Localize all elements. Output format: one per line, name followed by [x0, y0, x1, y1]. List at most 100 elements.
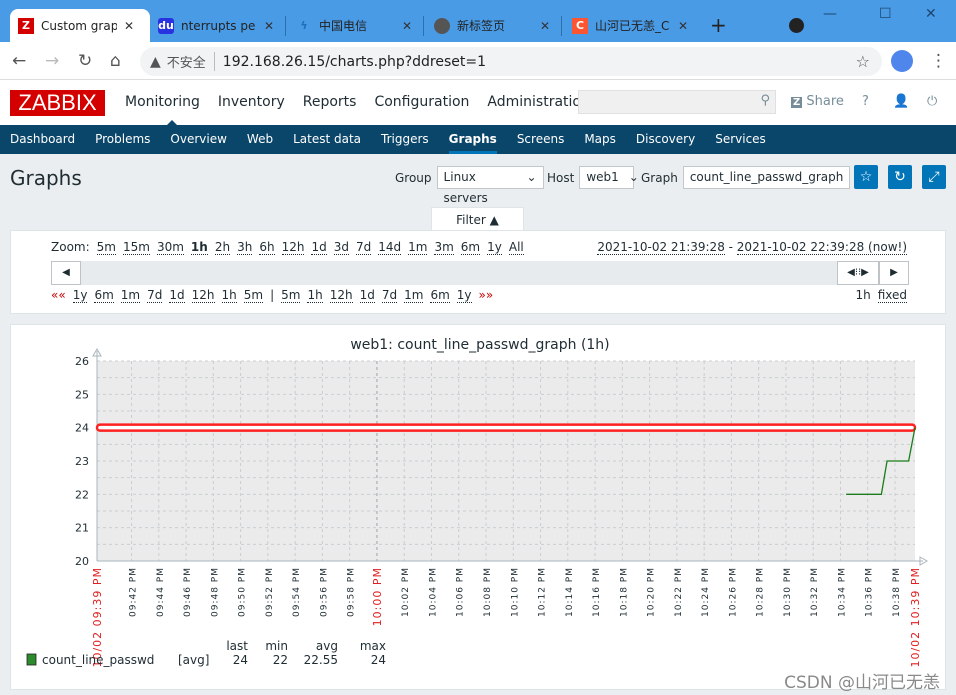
- browser-tab[interactable]: C 山河已无恙_C ✕: [564, 9, 699, 42]
- submenu-services[interactable]: Services: [715, 125, 766, 154]
- zoom-option[interactable]: 2h: [214, 240, 231, 255]
- close-icon[interactable]: ✕: [402, 19, 412, 33]
- x-tick-label: 10:10 PM: [510, 567, 520, 617]
- zoom-option[interactable]: 15m: [122, 240, 150, 255]
- submenu-problems[interactable]: Problems: [95, 125, 150, 154]
- forward-option[interactable]: 1y: [456, 288, 472, 303]
- submenu-screens[interactable]: Screens: [517, 125, 565, 154]
- fixed-toggle[interactable]: fixed: [877, 288, 907, 303]
- zabbix-logo[interactable]: ZABBIX: [10, 90, 105, 116]
- zoom-option[interactable]: 1y: [487, 240, 502, 255]
- zoom-option[interactable]: 5m: [96, 240, 116, 255]
- submenu-maps[interactable]: Maps: [584, 125, 616, 154]
- x-tick-label: 09:44 PM: [156, 567, 166, 617]
- close-icon[interactable]: ✕: [678, 19, 688, 33]
- zoom-option[interactable]: 7d: [355, 240, 372, 255]
- home-icon[interactable]: ⌂: [110, 51, 121, 71]
- submenu-latest-data[interactable]: Latest data: [293, 125, 361, 154]
- browser-tab[interactable]: du nterrupts pe ✕: [150, 9, 285, 42]
- back-option[interactable]: 1d: [169, 288, 185, 303]
- graph-select[interactable]: count_line_passwd_graph⌄: [682, 166, 863, 189]
- zoom-option[interactable]: 12h: [281, 240, 305, 255]
- submenu-dashboard[interactable]: Dashboard: [10, 125, 75, 154]
- forward-option[interactable]: 7d: [381, 288, 398, 303]
- back-option[interactable]: 1h: [221, 288, 237, 303]
- forward-option[interactable]: 1m: [404, 288, 424, 303]
- graph-chart[interactable]: web1: count_line_passwd_graph (1h) 20 21 2…: [11, 325, 947, 691]
- maximize-button[interactable]: ☐: [879, 6, 892, 22]
- y-tick-label: 23: [75, 455, 89, 468]
- url-bar[interactable]: ▲ 不安全 192.168.26.15/charts.php?ddreset=1…: [140, 47, 882, 76]
- menu-configuration[interactable]: Configuration: [374, 94, 469, 110]
- scroll-left-button[interactable]: ◀: [51, 261, 81, 285]
- submenu-discovery[interactable]: Discovery: [636, 125, 695, 154]
- refresh-button[interactable]: ↻: [888, 165, 912, 189]
- user-profile-icon[interactable]: 👤: [893, 94, 909, 109]
- zoom-option[interactable]: 1m: [408, 240, 428, 255]
- zoom-option[interactable]: 3m: [434, 240, 454, 255]
- menu-monitoring[interactable]: Monitoring: [125, 94, 200, 127]
- legend-func: [avg]: [178, 653, 209, 667]
- x-tick-label: 10:22 PM: [674, 567, 684, 617]
- back-option[interactable]: 1y: [72, 288, 88, 303]
- logout-icon[interactable]: ⏻: [927, 94, 937, 109]
- y-tick-label: 26: [75, 355, 89, 368]
- submenu-triggers[interactable]: Triggers: [381, 125, 429, 154]
- back-option[interactable]: 1m: [120, 288, 141, 303]
- tab-search-icon[interactable]: [789, 18, 804, 33]
- zoom-option[interactable]: 1d: [311, 240, 327, 255]
- forward-option[interactable]: 5m: [281, 288, 301, 303]
- submenu-graphs[interactable]: Graphs: [448, 125, 497, 154]
- group-select[interactable]: Linux servers ⌄: [436, 166, 544, 205]
- menu-dots-icon[interactable]: ⋮: [930, 51, 947, 71]
- search-input[interactable]: ⚲: [578, 90, 776, 114]
- zoom-option[interactable]: 3h: [237, 240, 253, 255]
- bookmark-star-icon[interactable]: ☆: [856, 52, 870, 71]
- filter-tab[interactable]: Filter ▲: [431, 207, 524, 231]
- back-icon[interactable]: ←: [12, 51, 26, 71]
- csdn-icon: C: [572, 17, 588, 34]
- help-icon[interactable]: ?: [862, 94, 869, 109]
- forward-option[interactable]: 6m: [430, 288, 450, 303]
- back-option[interactable]: 5m: [243, 288, 264, 303]
- share-link[interactable]: Z Share: [791, 94, 844, 109]
- zoom-option[interactable]: 3d: [333, 240, 349, 255]
- browser-tab[interactable]: Z Custom grap ✕: [10, 9, 150, 42]
- scroll-right-button[interactable]: ▶: [879, 261, 909, 285]
- submenu-web[interactable]: Web: [247, 125, 273, 154]
- forward-option[interactable]: 1h: [307, 288, 323, 303]
- menu-reports[interactable]: Reports: [303, 94, 357, 110]
- minimize-button[interactable]: —: [823, 6, 837, 22]
- back-option[interactable]: 12h: [191, 288, 215, 303]
- back-option[interactable]: 6m: [94, 288, 114, 303]
- close-icon[interactable]: ✕: [124, 19, 134, 33]
- forward-option[interactable]: 1d: [359, 288, 375, 303]
- zoom-option[interactable]: 1h: [190, 240, 208, 255]
- timeline-scrollbar[interactable]: ◀ ◀⁝⁝▶ ▶: [51, 261, 909, 285]
- search-icon[interactable]: ⚲: [760, 93, 770, 108]
- x-tick-label: 10:38 PM: [892, 567, 902, 617]
- close-window-button[interactable]: ✕: [925, 6, 937, 22]
- browser-tab[interactable]: 新标签页 ✕: [426, 9, 561, 42]
- forward-icon[interactable]: →: [45, 51, 59, 71]
- zoom-option[interactable]: All: [508, 240, 524, 255]
- forward-option[interactable]: 12h: [329, 288, 353, 303]
- period-handle[interactable]: ◀⁝⁝▶: [837, 261, 879, 285]
- menu-inventory[interactable]: Inventory: [218, 94, 285, 110]
- reload-icon[interactable]: ↻: [78, 51, 92, 71]
- zoom-option[interactable]: 6h: [259, 240, 275, 255]
- new-tab-button[interactable]: +: [710, 13, 727, 37]
- back-option[interactable]: 7d: [147, 288, 163, 303]
- host-select[interactable]: web1 ⌄: [579, 166, 639, 189]
- profile-avatar[interactable]: [891, 50, 913, 72]
- favourite-star-button[interactable]: ☆: [854, 165, 878, 189]
- zoom-option[interactable]: 30m: [156, 240, 184, 255]
- close-icon[interactable]: ✕: [264, 19, 274, 33]
- submenu-overview[interactable]: Overview: [170, 125, 227, 154]
- zoom-option[interactable]: 14d: [378, 240, 402, 255]
- browser-tab[interactable]: ϟ 中国电信 ✕: [288, 9, 423, 42]
- menu-administration[interactable]: Administration: [487, 94, 589, 110]
- fullscreen-button[interactable]: ⤢: [922, 165, 946, 189]
- zoom-option[interactable]: 6m: [460, 240, 481, 255]
- close-icon[interactable]: ✕: [540, 19, 550, 33]
